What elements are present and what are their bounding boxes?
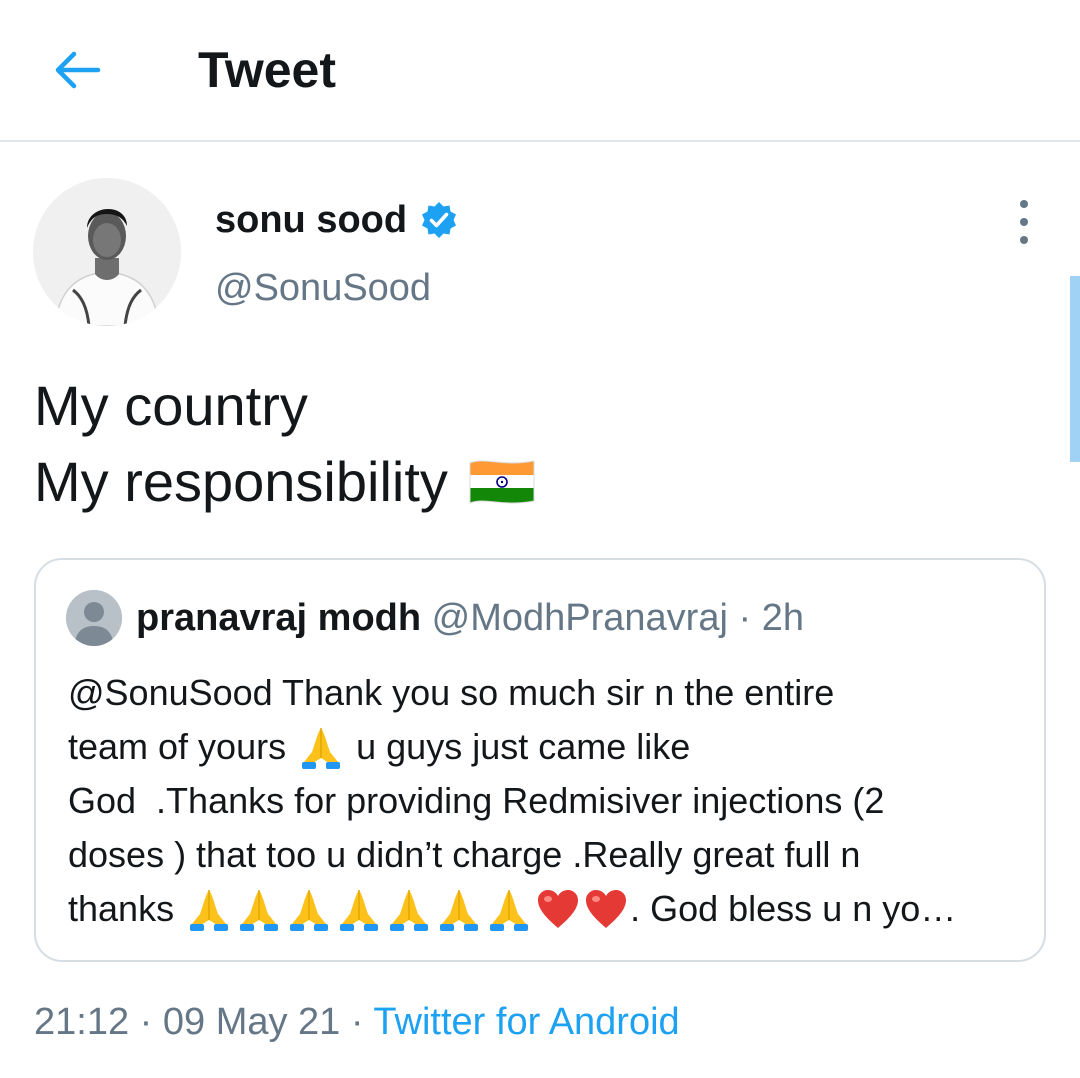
default-avatar-icon <box>66 590 122 646</box>
author-handle[interactable]: @SonuSood <box>215 264 431 312</box>
more-icon-dot <box>1020 236 1028 244</box>
scrollbar[interactable] <box>1070 276 1080 462</box>
quoted-line-5b: . God bless u n yo… <box>630 888 957 929</box>
author-name-row[interactable]: sonu sood <box>215 196 459 244</box>
quoted-author-handle: @ModhPranavraj <box>431 597 728 639</box>
quoted-line-2b: u guys just came like <box>356 726 691 767</box>
quoted-author-name: pranavraj modh <box>136 597 422 639</box>
tweet-date: 09 May 21 <box>162 1001 341 1043</box>
red-heart-icon <box>538 890 579 928</box>
folded-hands-icon <box>440 890 479 931</box>
folded-hands-icon <box>340 890 379 931</box>
meta-separator: · <box>139 1001 153 1043</box>
tweet-time: 21:12 <box>34 1001 130 1043</box>
quoted-line-5: thanks . God bless u n yo… <box>68 882 1018 936</box>
quoted-line-3: God .Thanks for providing Redmisiver inj… <box>68 780 885 821</box>
meta-separator: · <box>350 1001 364 1043</box>
verified-badge-icon <box>422 202 457 238</box>
tweet-source-link[interactable]: Twitter for Android <box>373 1001 679 1043</box>
author-name: sonu sood <box>215 199 408 241</box>
page-title: Tweet <box>198 42 336 98</box>
emoji-row <box>184 886 630 932</box>
quoted-line-2: team of yours u guys just came like <box>68 720 1018 774</box>
folded-hands-icon <box>290 890 329 931</box>
avatar-photo <box>33 178 181 326</box>
folded-hands-icon <box>190 890 229 931</box>
quoted-tweet-text: @SonuSood Thank you so much sir n the en… <box>68 666 1018 936</box>
folded-hands-icon <box>302 728 341 769</box>
tweet-line-1: My country <box>34 374 308 437</box>
india-flag-icon <box>469 460 535 504</box>
tweet-detail-screen: Tweet sonu sood @SonuSood My country My … <box>0 0 1080 1078</box>
folded-hands-icon <box>240 890 279 931</box>
quoted-separator: · <box>738 597 752 639</box>
quoted-line-4: doses ) that too u didn’t charge .Really… <box>68 834 861 875</box>
quoted-tweet-header: pranavraj modh @ModhPranavraj · 2h <box>136 594 804 642</box>
quoted-author-avatar[interactable] <box>66 590 122 646</box>
tweet-line-2-text: My responsibility <box>34 450 448 513</box>
back-button[interactable] <box>44 40 110 100</box>
more-icon-dot <box>1020 218 1028 226</box>
quoted-timestamp: 2h <box>761 597 804 639</box>
arrow-left-icon <box>55 51 101 89</box>
more-icon <box>1020 200 1028 208</box>
tweet-text: My country My responsibility <box>34 368 538 520</box>
folded-hands-icon <box>390 890 429 931</box>
quoted-line-2a: team of yours <box>68 726 287 767</box>
quoted-tweet-card[interactable]: pranavraj modh @ModhPranavraj · 2h @Sonu… <box>34 558 1046 962</box>
top-bar: Tweet <box>0 0 1080 142</box>
quoted-line-5a: thanks <box>68 888 175 929</box>
more-options-button[interactable] <box>1004 200 1044 244</box>
red-heart-icon <box>586 890 627 928</box>
tweet-line-2: My responsibility <box>34 444 538 520</box>
tweet-meta: 21:12 · 09 May 21 · Twitter for Android <box>34 998 680 1046</box>
folded-hands-icon <box>490 890 529 931</box>
quoted-line-1: @SonuSood Thank you so much sir n the en… <box>68 672 835 713</box>
author-avatar[interactable] <box>33 178 181 326</box>
